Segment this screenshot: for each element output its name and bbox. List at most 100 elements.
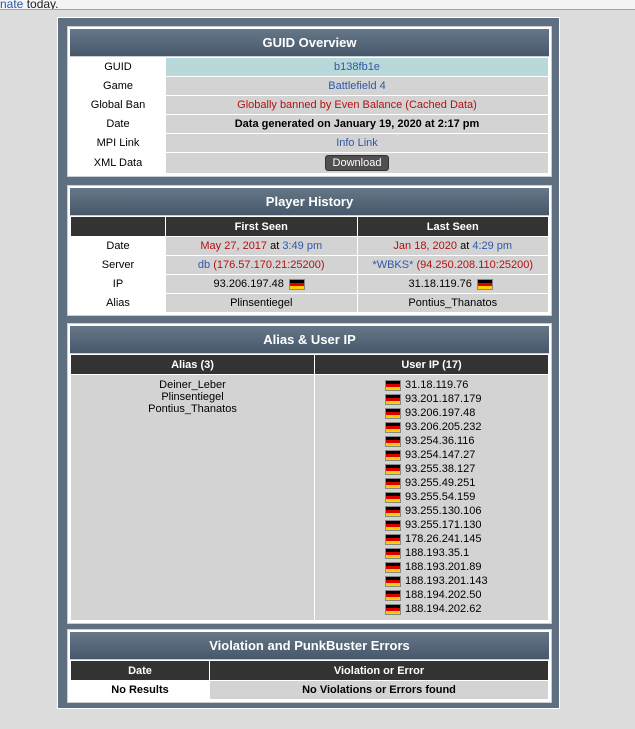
germany-flag-icon (385, 575, 401, 587)
user-ip-text: 93.206.205.232 (405, 421, 482, 433)
alias-ip-panel: Alias & User IP Alias (3) User IP (17) D… (67, 323, 552, 624)
top-text: nate today. (0, 0, 635, 10)
germany-flag-icon (385, 547, 401, 559)
first-server-name[interactable]: db (198, 259, 210, 271)
user-ip-item: 31.18.119.76 (319, 378, 544, 392)
first-seen-date: May 27, 2017 at 3:49 pm (165, 236, 358, 256)
germany-flag-icon (385, 435, 401, 447)
game-label: Game (70, 76, 166, 96)
violations-table: Date Violation or Error No Results No Vi… (70, 660, 549, 700)
user-ip-text: 188.194.202.50 (405, 589, 482, 601)
user-ip-text: 93.206.197.48 (405, 407, 476, 419)
last-ip-text: 31.18.119.76 (408, 278, 472, 290)
violation-date-header: Date (70, 660, 210, 681)
player-history-panel: Player History First Seen Last Seen Date… (67, 185, 552, 316)
user-ip-item: 93.255.54.159 (319, 490, 544, 504)
last-seen-at: at (460, 240, 470, 252)
download-button[interactable]: Download (324, 155, 390, 171)
germany-flag-icon (385, 421, 401, 433)
first-seen-at: at (270, 240, 280, 252)
violations-title: Violation and PunkBuster Errors (70, 632, 549, 660)
user-ip-item: 178.26.241.145 (319, 532, 544, 546)
user-ip-item: 93.255.130.106 (319, 504, 544, 518)
user-ip-text: 93.201.187.179 (405, 393, 482, 405)
germany-flag-icon (385, 561, 401, 573)
alias-ip-title: Alias & User IP (70, 326, 549, 354)
user-ip-item: 93.255.38.127 (319, 462, 544, 476)
user-ip-item: 93.255.171.130 (319, 518, 544, 532)
last-ip: 31.18.119.76 (356, 274, 549, 294)
user-ip-item: 93.255.49.251 (319, 476, 544, 490)
germany-flag-icon (385, 449, 401, 461)
last-server-name[interactable]: *WBKS* (372, 259, 413, 271)
history-date-label: Date (70, 236, 166, 256)
guid-overview-table: GUID b138fb1e Game Battlefield 4 Global … (70, 57, 549, 174)
first-alias: Plinsentiegel (165, 293, 358, 313)
user-ip-text: 188.193.201.89 (405, 561, 482, 573)
user-ip-text: 188.193.35.1 (405, 547, 470, 559)
global-ban-label: Global Ban (70, 95, 166, 115)
alias-item: Pontius_Thanatos (148, 403, 237, 415)
first-server: db (176.57.170.21:25200) (165, 255, 358, 275)
violation-error-cell: No Violations or Errors found (209, 680, 549, 700)
player-history-title: Player History (70, 188, 549, 216)
first-seen-time: 3:49 pm (282, 240, 323, 252)
xml-data-label: XML Data (70, 152, 166, 174)
user-ip-text: 188.194.202.62 (405, 603, 482, 615)
user-ip-text: 93.255.38.127 (405, 463, 476, 475)
date-label: Date (70, 114, 166, 134)
violation-date-cell: No Results (70, 680, 210, 700)
germany-flag-icon (288, 278, 305, 290)
user-ip-text: 31.18.119.76 (405, 379, 469, 391)
germany-flag-icon (385, 603, 401, 615)
global-ban-value: Globally banned by Even Balance (Cached … (165, 95, 549, 115)
user-ip-item: 93.254.36.116 (319, 434, 544, 448)
top-rest: today. (23, 0, 59, 10)
last-seen-date-text: Jan 18, 2020 (393, 240, 458, 252)
germany-flag-icon (385, 491, 401, 503)
alias-item: Deiner_Leber (159, 379, 226, 391)
alias-label: Alias (70, 293, 166, 313)
alias-list: Deiner_Leber Plinsentiegel Pontius_Thana… (70, 374, 315, 621)
alias-item: Plinsentiegel (161, 391, 224, 403)
user-ip-item: 93.206.197.48 (319, 406, 544, 420)
germany-flag-icon (385, 589, 401, 601)
user-ip-item: 93.206.205.232 (319, 420, 544, 434)
alias-ip-table: Alias (3) User IP (17) Deiner_Leber Plin… (70, 354, 549, 621)
user-ip-item: 188.193.35.1 (319, 546, 544, 560)
game-value: Battlefield 4 (165, 76, 549, 96)
germany-flag-icon (385, 505, 401, 517)
germany-flag-icon (385, 533, 401, 545)
germany-flag-icon (476, 278, 493, 290)
user-ip-item: 93.201.187.179 (319, 392, 544, 406)
mpi-info-link[interactable]: Info Link (165, 133, 549, 153)
germany-flag-icon (385, 477, 401, 489)
first-seen-date-text: May 27, 2017 (200, 240, 268, 252)
user-ip-item: 188.193.201.89 (319, 560, 544, 574)
germany-flag-icon (385, 379, 401, 391)
mpi-link-label: MPI Link (70, 133, 166, 153)
date-value: Data generated on January 19, 2020 at 2:… (165, 114, 549, 134)
user-ip-item: 188.193.201.143 (319, 574, 544, 588)
germany-flag-icon (385, 463, 401, 475)
germany-flag-icon (385, 519, 401, 531)
user-ip-text: 93.254.36.116 (405, 435, 475, 447)
first-ip: 93.206.197.48 (165, 274, 358, 294)
ip-list: 31.18.119.76 93.201.187.179 93.206.197.48 9… (314, 374, 549, 621)
last-seen-date: Jan 18, 2020 at 4:29 pm (356, 236, 549, 256)
user-ip-item: 188.194.202.50 (319, 588, 544, 602)
user-ip-text: 93.254.147.27 (405, 449, 476, 461)
user-ip-item: 93.254.147.27 (319, 448, 544, 462)
user-ip-text: 178.26.241.145 (405, 533, 482, 545)
guid-overview-panel: GUID Overview GUID b138fb1e Game Battlef… (67, 26, 552, 177)
xml-data-cell: Download (165, 152, 549, 174)
last-server: *WBKS* (94.250.208.110:25200) (356, 255, 549, 275)
last-server-address: (94.250.208.110:25200) (416, 259, 534, 271)
guid-value: b138fb1e (165, 57, 549, 77)
top-link[interactable]: nate (0, 0, 23, 9)
first-ip-text: 93.206.197.48 (213, 278, 284, 290)
germany-flag-icon (385, 407, 401, 419)
first-seen-header: First Seen (165, 216, 358, 237)
violations-panel: Violation and PunkBuster Errors Date Vio… (67, 629, 552, 703)
user-ip-header: User IP (17) (314, 354, 549, 375)
